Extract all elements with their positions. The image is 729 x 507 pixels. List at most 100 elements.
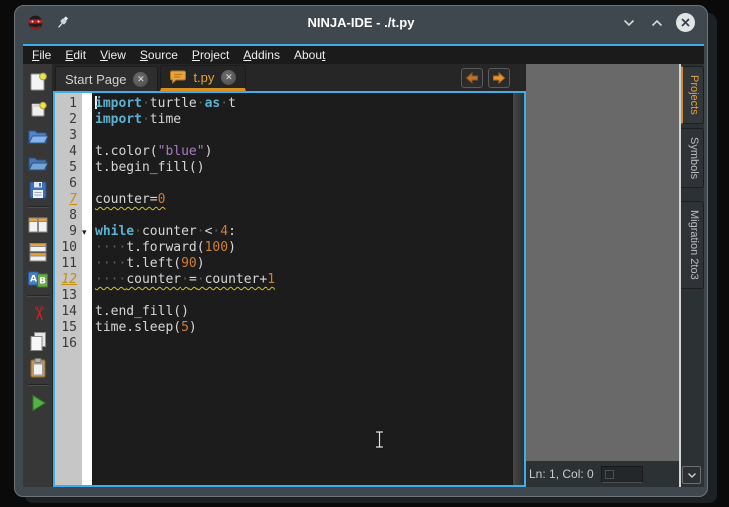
follow-mode-icon: A B	[27, 271, 48, 287]
window-title: NINJA-IDE - ./t.py	[307, 15, 415, 30]
open-file-button[interactable]	[25, 122, 51, 149]
save-icon	[29, 181, 46, 198]
navigate-back-button[interactable]	[461, 68, 483, 88]
panel-tab-migration-2to3[interactable]: Migration 2to3	[681, 200, 704, 289]
titlebar: NINJA-IDE - ./t.py	[15, 6, 707, 39]
maximize-icon[interactable]	[648, 14, 666, 32]
menu-item-view[interactable]: View	[93, 48, 133, 62]
comment-bubble-icon	[170, 70, 187, 84]
arrow-left-icon	[465, 72, 478, 84]
menu-item-edit[interactable]: Edit	[58, 48, 93, 62]
navigate-forward-button[interactable]	[488, 68, 510, 88]
code-line-4: t.color("blue")	[95, 144, 213, 159]
status-field	[600, 465, 643, 483]
status-bar: Ln: 1, Col: 0	[526, 461, 679, 487]
close-window-icon[interactable]	[676, 13, 695, 32]
copy-icon	[30, 331, 46, 351]
toolbar: A B ✂	[23, 64, 53, 487]
copy-button[interactable]	[25, 327, 51, 354]
code-line-7: counter=0	[95, 192, 166, 207]
minimize-icon[interactable]	[620, 14, 638, 32]
status-field-icon	[604, 469, 614, 479]
split-horizontal-icon	[28, 217, 47, 232]
menu-item-file[interactable]: File	[25, 48, 58, 62]
save-button[interactable]	[25, 176, 51, 203]
panel-tab-symbols[interactable]: Symbols	[681, 127, 704, 188]
open-file-icon	[27, 130, 49, 143]
code-area[interactable]: import·turtle·as·t import·time t.color("bl…	[92, 93, 512, 485]
open-project-icon	[27, 157, 49, 170]
fold-marker-icon[interactable]: ▾	[82, 228, 87, 237]
menu-item-about[interactable]: About	[287, 48, 332, 62]
tab-label: Start Page	[65, 71, 127, 87]
line-number: 16	[61, 336, 77, 351]
new-file-button[interactable]	[25, 68, 51, 95]
new-project-icon	[31, 101, 47, 116]
line-number: 4	[69, 144, 77, 159]
line-number: 5	[69, 160, 77, 175]
menu-bar: File Edit View Source Project Addins About	[23, 46, 704, 64]
menu-item-addins[interactable]: Addins	[236, 48, 287, 62]
arrow-right-icon	[493, 72, 506, 84]
code-line-1: import·turtle·as·t	[95, 96, 236, 111]
ninja-logo-icon	[27, 14, 44, 31]
menu-item-source[interactable]: Source	[133, 48, 185, 62]
split-vertical-button[interactable]	[25, 238, 51, 265]
svg-text:B: B	[39, 276, 46, 286]
panel-tab-projects[interactable]: Projects	[681, 66, 704, 124]
line-number: 13	[61, 288, 77, 303]
line-col-indicator: Ln: 1, Col: 0	[529, 467, 594, 481]
code-line-11: ····t.left(90)	[95, 256, 205, 271]
line-number: 7	[69, 192, 77, 207]
new-project-button[interactable]	[25, 95, 51, 122]
chevron-down-icon	[687, 472, 696, 478]
ninja-ide-window: NINJA-IDE - ./t.py File Edit View Source Pro…	[14, 5, 708, 497]
screen: NINJA-IDE - ./t.py File Edit View Source Pro…	[0, 0, 729, 507]
line-number: 11	[61, 256, 77, 271]
editor-tab-bar: Start Page ✕ t.py ✕	[53, 64, 526, 91]
line-number: 1	[69, 96, 77, 111]
code-line-5: t.begin_fill()	[95, 160, 205, 175]
pin-icon[interactable]	[56, 15, 70, 30]
toolbar-separator	[26, 384, 49, 386]
line-number: 12	[61, 272, 77, 287]
code-editor[interactable]: 1 2 3 4 5 6 7 8 9 10 11 12 13 14 15 16 ▾ import·turtle·…	[53, 91, 526, 487]
panel-tab-strip: Projects Symbols Migration 2to3	[681, 64, 704, 487]
window-content: File Edit View Source Project Addins About	[23, 44, 704, 487]
line-number: 14	[61, 304, 77, 319]
open-project-button[interactable]	[25, 149, 51, 176]
editor-scrollbar[interactable]	[512, 93, 524, 485]
line-number: 3	[69, 128, 77, 143]
menu-item-project[interactable]: Project	[185, 48, 236, 62]
split-vertical-icon	[29, 242, 46, 261]
side-panel: Ln: 1, Col: 0	[526, 64, 681, 487]
run-icon	[32, 394, 46, 411]
close-tab-icon[interactable]: ✕	[221, 69, 237, 85]
line-number: 8	[69, 208, 77, 223]
follow-mode-button[interactable]: A B	[25, 265, 51, 292]
line-number: 9	[69, 224, 77, 239]
code-line-12: ····counter·=·counter+1	[95, 272, 276, 287]
panel-selector-dropdown[interactable]	[682, 466, 701, 484]
paste-button[interactable]	[25, 354, 51, 381]
code-line-14: t.end_fill()	[95, 304, 189, 319]
close-tab-icon[interactable]: ✕	[133, 71, 149, 87]
tab-start-page[interactable]: Start Page ✕	[55, 66, 159, 91]
projects-tree-panel[interactable]	[526, 64, 679, 461]
cut-icon: ✂	[26, 305, 48, 322]
cut-button[interactable]: ✂	[25, 300, 51, 327]
toolbar-separator	[26, 295, 49, 297]
line-number: 10	[61, 240, 77, 255]
toolbar-separator	[26, 206, 49, 208]
line-number: 2	[69, 112, 77, 127]
paste-icon	[30, 357, 45, 377]
run-button[interactable]	[25, 389, 51, 416]
tab-t-py[interactable]: t.py ✕	[160, 65, 247, 91]
split-horizontal-button[interactable]	[25, 211, 51, 238]
fold-margin[interactable]: ▾	[82, 93, 92, 485]
